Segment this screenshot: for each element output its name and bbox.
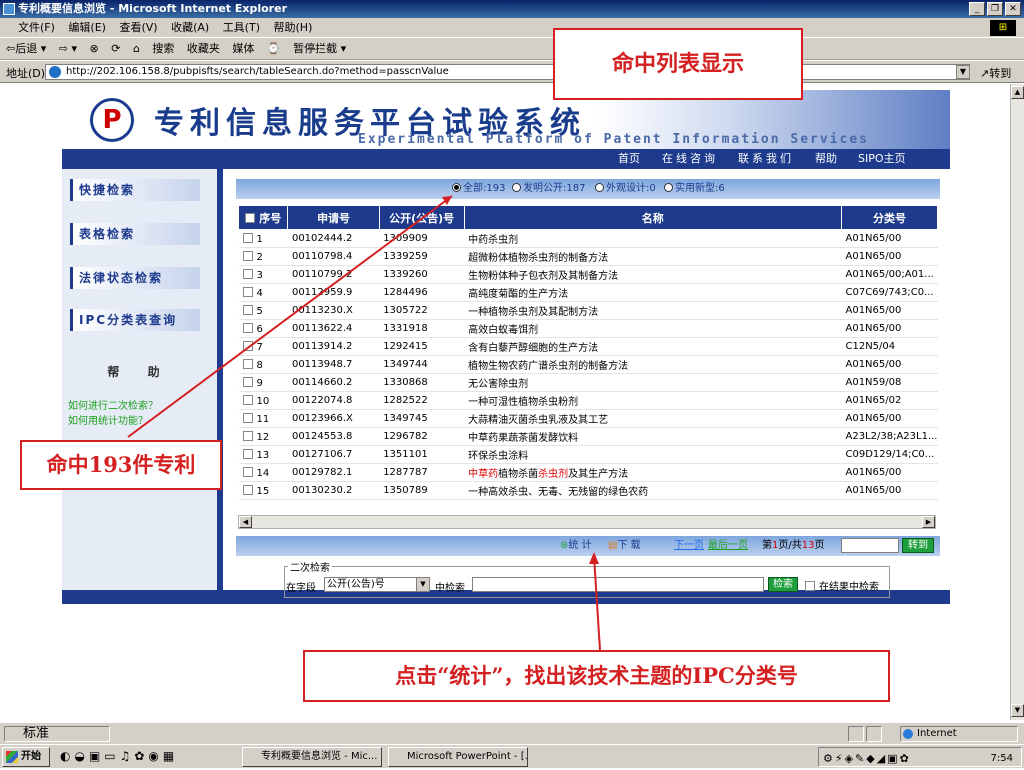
arrow-head-icon <box>442 196 452 205</box>
annotation-hit-list: 命中列表显示 <box>553 28 803 100</box>
status-ready: 标准 <box>4 726 110 742</box>
arrow-head-icon <box>589 552 599 564</box>
tray-icons[interactable]: ⚙⚡◈✎◆◢▣✿ <box>823 748 911 770</box>
status-bar: 标准 Internet <box>0 722 1024 744</box>
status-pane <box>866 726 882 742</box>
clock: 7:54 <box>990 753 1013 764</box>
arrow-to-total <box>127 195 453 438</box>
annotation-hit-count: 命中193件专利 <box>20 440 222 490</box>
taskbar: 开始 ◐◒▣▭♫✿◉▦ 专利概要信息浏览 - Mic... Microsoft … <box>0 744 1024 768</box>
globe-icon <box>903 729 913 739</box>
quick-launch-icons[interactable]: ◐◒▣▭♫✿◉▦ <box>60 745 178 767</box>
taskbar-item-powerpoint[interactable]: Microsoft PowerPoint - [... <box>388 747 528 767</box>
status-zone: Internet <box>900 726 1018 742</box>
taskbar-item-ie[interactable]: 专利概要信息浏览 - Mic... <box>242 747 382 767</box>
arrow-to-stats <box>593 555 601 651</box>
system-tray: ⚙⚡◈✎◆◢▣✿ 7:54 <box>818 747 1022 767</box>
annotation-click-stats: 点击“统计”，找出该技术主题的IPC分类号 <box>303 650 890 702</box>
start-button[interactable]: 开始 <box>2 747 50 767</box>
status-pane <box>848 726 864 742</box>
